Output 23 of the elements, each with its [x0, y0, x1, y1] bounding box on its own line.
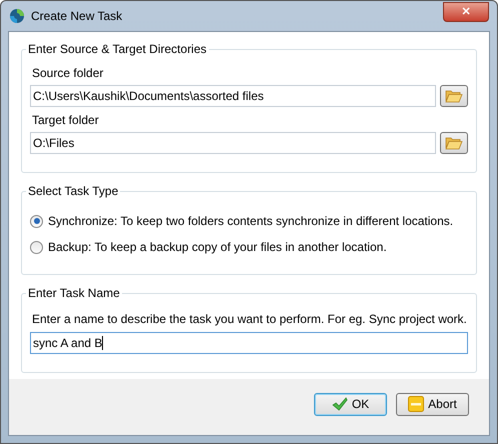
browse-button[interactable] — [440, 132, 468, 154]
folder-path-field[interactable]: C:\Users\Kaushik\Documents\assorted files — [30, 85, 436, 107]
group-title: Select Task Type — [27, 183, 120, 200]
folder-icon — [445, 136, 463, 150]
group-title: Enter Source & Target Directories — [27, 41, 208, 58]
checkmark-icon — [332, 397, 348, 411]
stop-icon — [408, 396, 424, 412]
radio-label: Backup: To keep a backup copy of your files in another location. — [48, 239, 387, 256]
radio-button[interactable] — [30, 240, 43, 254]
browse-button[interactable] — [440, 85, 468, 107]
ok-button[interactable]: OK — [314, 392, 387, 416]
group-title: Enter Task Name — [27, 285, 121, 302]
hint-text: Enter a name to describe the task you want to perform. For eg. Sync project work. — [31, 311, 468, 328]
window-title: Create New Task — [31, 8, 122, 25]
abort-button[interactable]: Abort — [396, 392, 469, 416]
field-label: Target folder — [31, 112, 100, 129]
radio-button[interactable] — [30, 214, 43, 228]
radio-label: Synchronize: To keep two folders contents synchronize in different locations. — [48, 213, 454, 230]
task-name-field[interactable]: sync A and B — [30, 332, 468, 354]
folder-icon — [445, 89, 463, 103]
field-label: Source folder — [31, 65, 104, 82]
app-icon — [9, 8, 25, 24]
folder-path-field[interactable]: O:\Files — [30, 132, 436, 154]
